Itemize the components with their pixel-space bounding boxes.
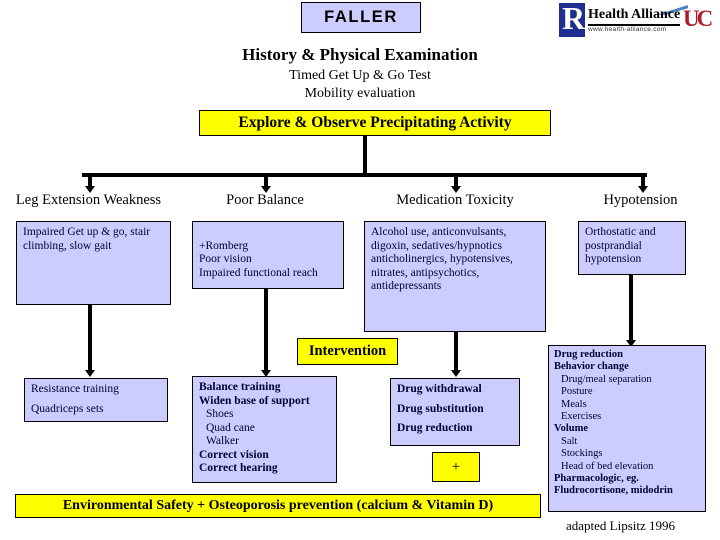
findings-text-medication-toxicity: Alcohol use, anticonvulsants, digoxin, s…: [371, 226, 513, 292]
intervention-line: Drug/meal separation: [561, 373, 652, 385]
footer-banner: Environmental Safety + Osteoporosis prev…: [15, 494, 541, 518]
slide-canvas: FALLER R Health Alliance www.health-alli…: [0, 0, 720, 540]
connector-bus-to-col-3: [454, 173, 458, 187]
health-alliance-url: www.health-alliance.com: [588, 26, 667, 33]
intervention-line: Correct hearing: [199, 462, 278, 474]
intervention-line: Shoes: [206, 408, 234, 420]
connector-bus-to-col-4: [641, 173, 645, 187]
intervention-line: Quad cane: [206, 421, 255, 434]
intervention-line: Walker: [206, 435, 239, 447]
intervention-list-poor-balance: Balance training Widen base of support Sho…: [199, 381, 331, 476]
intervention-box-poor-balance: Balance training Widen base of support Sho…: [192, 376, 337, 483]
page-title: History & Physical Examination: [242, 45, 478, 64]
health-alliance-mark-icon: R: [559, 3, 585, 37]
intervention-line: Exercises: [561, 411, 602, 423]
intervention-line: Meals: [561, 398, 587, 410]
health-alliance-name: Health Alliance: [588, 7, 681, 26]
intervention-list-leg-extension-weakness: Resistance training Quadriceps sets: [31, 383, 162, 416]
intervention-banner: Intervention: [297, 338, 398, 365]
column-label-leg-extension-weakness: Leg Extension Weakness: [15, 192, 162, 208]
intervention-line: Resistance training: [31, 383, 119, 395]
connector-bus-to-col-1: [88, 173, 92, 187]
intervention-line: Volume: [554, 423, 589, 435]
faller-title-box: FALLER: [301, 2, 421, 33]
connector-bus-to-col-2: [264, 173, 268, 187]
intervention-line: Drug reduction: [397, 422, 473, 434]
explore-observe-label: Explore & Observe Precipitating Activity: [238, 114, 512, 131]
intervention-line: Correct vision: [199, 448, 269, 461]
findings-text-hypotension: Orthostatic and postprandial hypotension: [585, 226, 656, 265]
intervention-line: Drug substitution: [397, 402, 484, 415]
plus-box: +: [432, 452, 480, 482]
intervention-line: Stockings: [561, 448, 603, 460]
column-label-hypotension: Hypotension: [603, 192, 678, 208]
intervention-line: Quadriceps sets: [31, 402, 104, 415]
findings-box-medication-toxicity: Alcohol use, anticonvulsants, digoxin, s…: [364, 221, 546, 332]
explore-observe-banner: Explore & Observe Precipitating Activity: [199, 110, 551, 136]
uc-monogram-logo: UC: [683, 6, 713, 32]
health-alliance-logo: R Health Alliance www.health-alliance.co…: [559, 3, 691, 38]
header-subline-2: Mobility evaluation: [304, 86, 416, 101]
arrowhead-intervention-col-3: [451, 370, 461, 377]
plus-label: +: [451, 458, 461, 475]
intervention-label: Intervention: [308, 343, 387, 359]
intervention-box-medication-toxicity: Drug withdrawal Drug substitution Drug red…: [390, 378, 520, 446]
connector-col-4-to-intervention: [629, 275, 633, 341]
credit-line: adapted Lipsitz 1996: [566, 518, 676, 533]
findings-box-leg-extension-weakness: Impaired Get up & go, stair climbing, sl…: [16, 221, 171, 305]
findings-box-hypotension: Orthostatic and postprandial hypotension: [578, 221, 686, 275]
intervention-line: Salt: [561, 435, 578, 447]
column-label-poor-balance: Poor Balance: [226, 192, 304, 208]
column-label-medication-toxicity: Medication Toxicity: [396, 192, 514, 208]
connector-banner-to-bus: [363, 136, 367, 175]
findings-text-poor-balance: +Romberg Poor vision Impaired functional…: [199, 239, 318, 279]
faller-label: FALLER: [324, 8, 398, 26]
uc-monogram-label: UC: [683, 6, 713, 31]
header-subline-1: Timed Get Up & Go Test: [289, 68, 431, 83]
connector-col-1-to-intervention: [88, 305, 92, 371]
findings-box-poor-balance: +Romberg Poor vision Impaired functional…: [192, 221, 344, 289]
connector-col-2-to-intervention: [264, 289, 268, 371]
health-alliance-mark-letter: R: [562, 3, 585, 36]
intervention-list-hypotension: Drug reduction Behavior change Drug/meal s…: [554, 349, 701, 498]
intervention-line: Drug reduction: [554, 349, 623, 360]
intervention-line: Posture: [561, 386, 593, 398]
intervention-line: Pharmacologic, eg.: [554, 473, 639, 485]
connector-col-3-to-intervention: [454, 332, 458, 371]
intervention-box-leg-extension-weakness: Resistance training Quadriceps sets: [24, 378, 168, 422]
intervention-line: Head of bed elevation: [561, 460, 654, 472]
connector-distribution-bus: [82, 173, 647, 177]
intervention-box-hypotension: Drug reduction Behavior change Drug/meal s…: [548, 345, 706, 512]
arrowhead-intervention-col-1: [85, 370, 95, 377]
intervention-line: Fludrocortisone, midodrin: [554, 485, 673, 497]
intervention-line: Behavior change: [554, 361, 629, 373]
intervention-list-medication-toxicity: Drug withdrawal Drug substitution Drug red…: [397, 383, 514, 436]
intervention-line: Widen base of support: [199, 394, 310, 407]
findings-text-leg-extension-weakness: Impaired Get up & go, stair climbing, sl…: [23, 226, 151, 252]
footer-banner-label: Environmental Safety + Osteoporosis prev…: [62, 498, 494, 513]
intervention-line: Drug withdrawal: [397, 383, 482, 395]
intervention-line: Balance training: [199, 381, 281, 393]
